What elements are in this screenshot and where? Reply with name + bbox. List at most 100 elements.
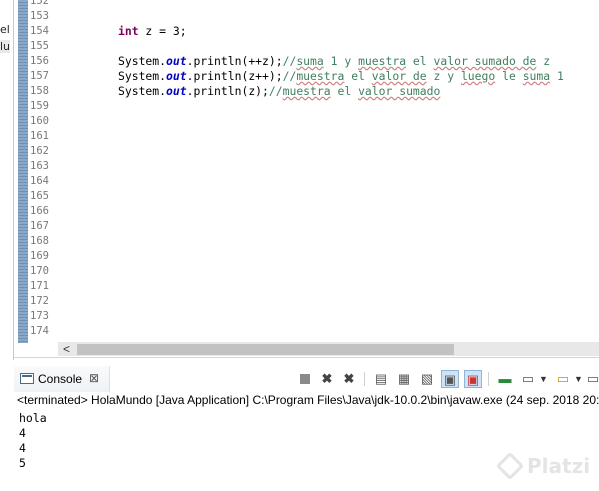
package-explorer-sliver: el lu bbox=[0, 0, 14, 360]
comment-misspelled-token: suma bbox=[522, 69, 551, 83]
code-line[interactable]: 170 bbox=[14, 264, 599, 279]
line-number: 172 bbox=[30, 295, 49, 307]
line-number: 174 bbox=[30, 325, 49, 337]
code-line[interactable]: 165 bbox=[14, 189, 599, 204]
console-toolbar: Console ⊠ ✖ ✖ ▤ ▦ ▧ ▣ ▣ ▬ ▭ ▼ ▭ ▼ ▭ bbox=[14, 366, 599, 392]
tab-console-label: Console bbox=[38, 372, 83, 386]
word-wrap-icon[interactable]: ▧ bbox=[418, 370, 436, 388]
code-line[interactable]: 161 bbox=[14, 129, 599, 144]
code-line[interactable]: 160 bbox=[14, 114, 599, 129]
line-number: 164 bbox=[30, 175, 49, 187]
scroll-left-arrow[interactable]: < bbox=[63, 342, 70, 356]
remove-launch-icon[interactable]: ✖ bbox=[318, 370, 336, 388]
code-line[interactable]: 155 bbox=[14, 39, 599, 54]
code-line[interactable]: 171 bbox=[14, 279, 599, 294]
code-line[interactable]: 169 bbox=[14, 249, 599, 264]
code-token: System. bbox=[118, 54, 167, 68]
line-number: 161 bbox=[30, 130, 49, 142]
display-console-icon[interactable]: ▭ bbox=[519, 370, 537, 388]
close-tab-icon[interactable]: ⊠ bbox=[89, 371, 99, 385]
console-icon bbox=[20, 373, 34, 384]
comment-misspelled-token: suma bbox=[296, 54, 324, 68]
line-number: 165 bbox=[30, 190, 49, 202]
comment-misspelled-token: valor sumado de bbox=[433, 54, 537, 68]
tab-console[interactable]: Console ⊠ bbox=[14, 366, 110, 392]
stop-icon[interactable] bbox=[296, 370, 314, 388]
line-number: 166 bbox=[30, 205, 49, 217]
code-line[interactable]: 168 bbox=[14, 234, 599, 249]
comment-token: z bbox=[536, 54, 551, 68]
code-line[interactable]: 157 System.out.println(z++);//muestra el … bbox=[14, 69, 599, 84]
line-number: 152 bbox=[30, 0, 49, 7]
minimize-view-icon[interactable]: ▭ bbox=[584, 370, 599, 388]
code-line[interactable]: 164 bbox=[14, 174, 599, 189]
comment-token: el bbox=[406, 54, 434, 68]
static-field-token: out bbox=[166, 84, 187, 98]
comment-token: 1 bbox=[550, 69, 564, 83]
chevron-down-icon[interactable]: ▼ bbox=[539, 370, 548, 388]
toolbar-separator bbox=[488, 372, 489, 386]
code-line[interactable]: 154 int z = 3; bbox=[14, 24, 599, 39]
comment-misspelled-token: luego bbox=[460, 69, 496, 83]
code-token: z = 3; bbox=[138, 24, 187, 38]
process-status: <terminated> HolaMundo [Java Application… bbox=[17, 393, 599, 407]
comment-misspelled-token: valor de bbox=[371, 69, 427, 83]
open-console-icon[interactable]: ▭ bbox=[554, 370, 572, 388]
line-number: 159 bbox=[30, 100, 49, 112]
code-line[interactable]: 162 bbox=[14, 144, 599, 159]
line-number: 169 bbox=[30, 250, 49, 262]
pin-console-icon[interactable]: ▬ bbox=[496, 370, 514, 388]
comment-token: // bbox=[282, 54, 297, 68]
code-line[interactable]: 166 bbox=[14, 204, 599, 219]
code-line[interactable]: 156 System.out.println(++z);//suma 1 y mu… bbox=[14, 54, 599, 69]
code-line[interactable]: 167 bbox=[14, 219, 599, 234]
line-number: 168 bbox=[30, 235, 49, 247]
remove-all-terminated-icon[interactable]: ✖ bbox=[340, 370, 358, 388]
chevron-down-icon[interactable]: ▼ bbox=[574, 370, 583, 388]
view-divider[interactable] bbox=[14, 357, 599, 358]
tree-fragment[interactable]: el bbox=[0, 23, 10, 36]
horizontal-scrollbar[interactable]: < bbox=[58, 342, 599, 356]
line-number: 160 bbox=[30, 115, 49, 127]
code-line[interactable]: 153 bbox=[14, 9, 599, 24]
code-line[interactable]: 152 bbox=[14, 0, 599, 9]
platzi-logo-icon bbox=[495, 451, 525, 481]
show-stdout-icon[interactable]: ▣ bbox=[441, 370, 459, 388]
comment-misspelled-token: valor sumado bbox=[358, 84, 441, 98]
code-editor[interactable]: 152 153 154 int z = 3; 155 156 System.out.prin… bbox=[14, 0, 599, 343]
comment-token: le bbox=[495, 69, 523, 83]
code-text: System.out.println(z);//muestra el valor… bbox=[118, 84, 440, 99]
static-field-token: out bbox=[166, 54, 187, 68]
output-line: hola bbox=[19, 411, 47, 425]
comment-token: z y bbox=[426, 69, 461, 83]
keyword-token: int bbox=[118, 24, 139, 38]
code-line[interactable]: 163 bbox=[14, 159, 599, 174]
toolbar-separator bbox=[364, 372, 365, 386]
line-number: 170 bbox=[30, 265, 49, 277]
comment-token: el bbox=[344, 69, 372, 83]
code-line[interactable]: 158 System.out.println(z);//muestra el va… bbox=[14, 84, 599, 99]
code-text: int z = 3; bbox=[118, 24, 187, 39]
code-line[interactable]: 174 bbox=[14, 324, 599, 339]
line-number: 155 bbox=[30, 40, 49, 52]
code-token: .println(z); bbox=[186, 84, 269, 98]
code-token: System. bbox=[118, 69, 167, 83]
comment-misspelled-token: muestra bbox=[358, 54, 407, 68]
comment-token: // bbox=[268, 84, 283, 98]
watermark-text: Platzi bbox=[527, 454, 591, 478]
platzi-watermark: Platzi bbox=[495, 451, 591, 482]
line-number: 163 bbox=[30, 160, 49, 172]
code-line[interactable]: 173 bbox=[14, 309, 599, 324]
comment-misspelled-token: muestra bbox=[296, 69, 345, 83]
scroll-lock-icon[interactable]: ▦ bbox=[395, 370, 413, 388]
code-text: System.out.println(z++);//muestra el val… bbox=[118, 69, 564, 84]
clear-console-icon[interactable]: ▤ bbox=[372, 370, 390, 388]
line-number: 154 bbox=[30, 25, 49, 37]
tree-fragment-selected[interactable]: lu bbox=[0, 40, 11, 53]
code-line[interactable]: 159 bbox=[14, 99, 599, 114]
comment-token: el bbox=[330, 84, 359, 98]
scrollbar-thumb[interactable] bbox=[77, 344, 454, 355]
show-stderr-icon[interactable]: ▣ bbox=[464, 370, 482, 388]
code-line[interactable]: 172 bbox=[14, 294, 599, 309]
comment-token: // bbox=[282, 69, 297, 83]
